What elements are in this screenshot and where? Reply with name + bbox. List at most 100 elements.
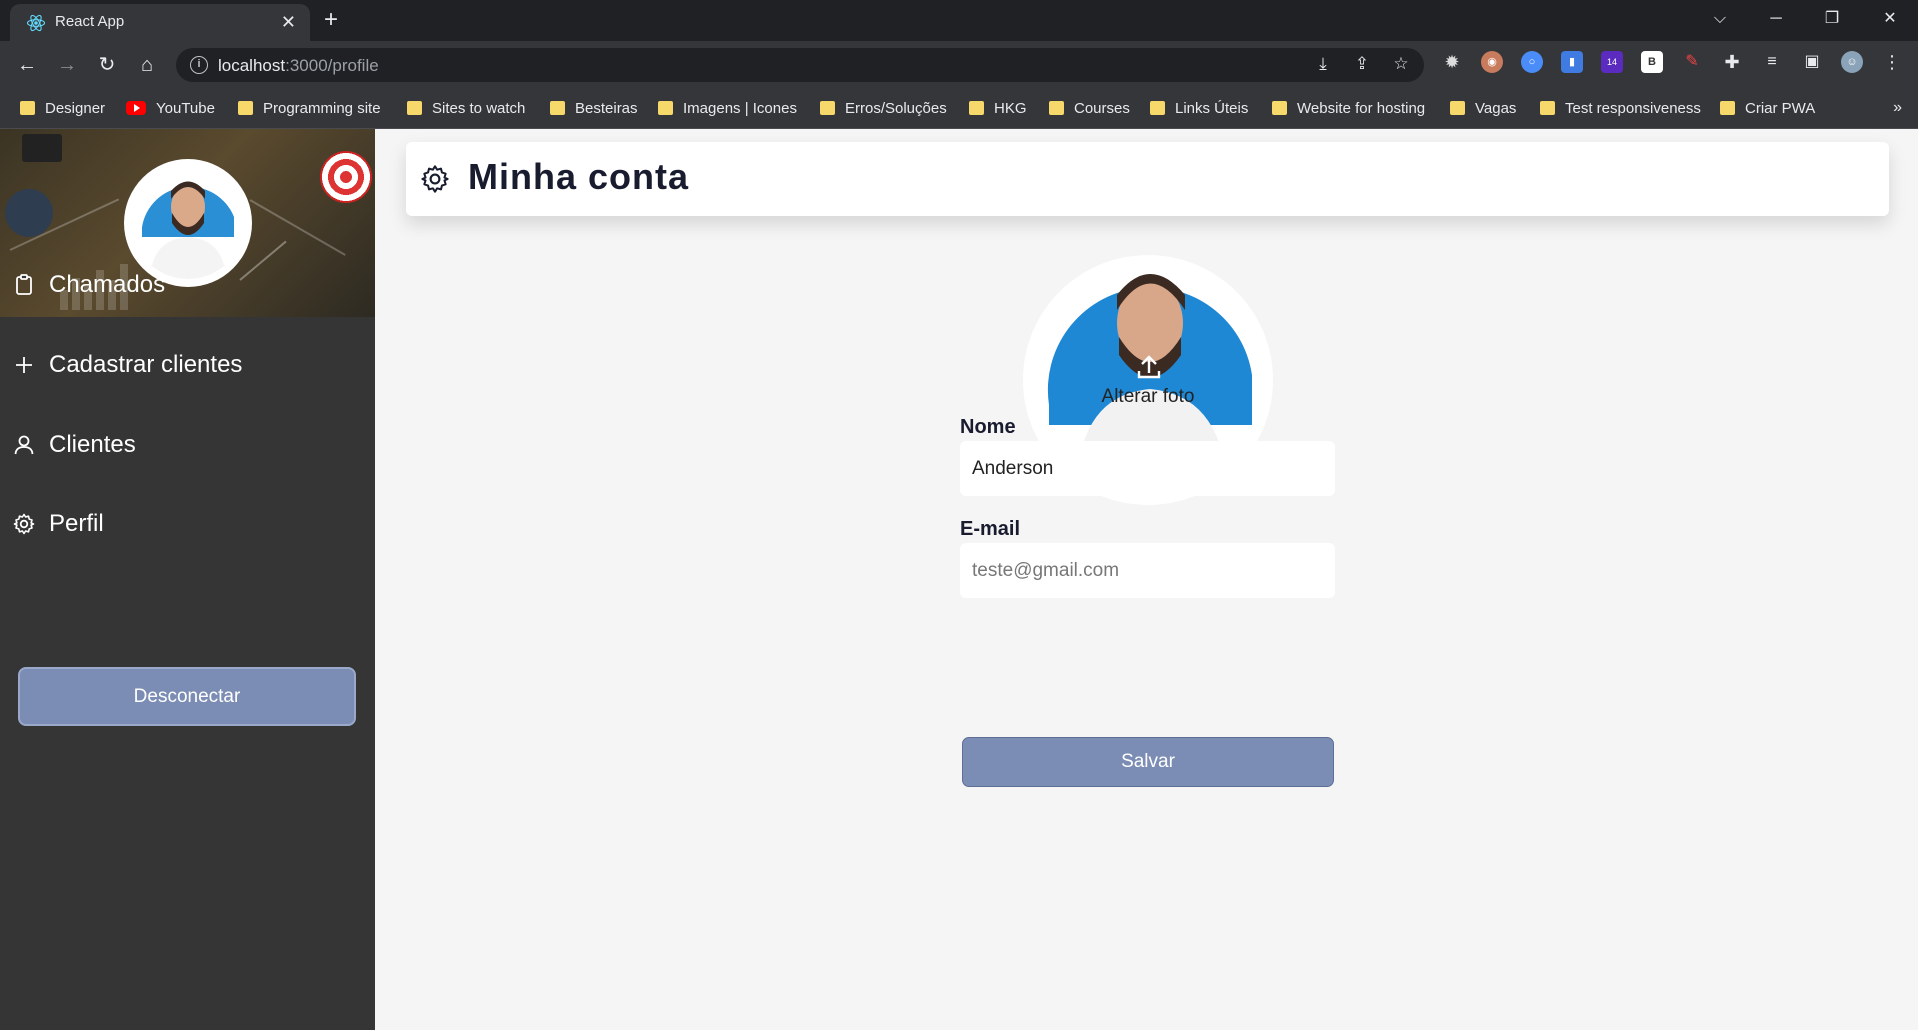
back-icon[interactable]: ← bbox=[13, 51, 41, 79]
folder-icon bbox=[969, 101, 984, 115]
sidebar-item-cadastrar-clientes[interactable]: Cadastrar clientes bbox=[12, 347, 352, 383]
tab-title: React App bbox=[55, 13, 125, 30]
home-icon[interactable]: ⌂ bbox=[133, 51, 161, 79]
more-bookmarks-icon[interactable]: » bbox=[1893, 99, 1902, 117]
bookmark-test-responsiveness[interactable]: Test responsiveness bbox=[1540, 99, 1701, 119]
bookmark-vagas[interactable]: Vagas bbox=[1450, 99, 1516, 119]
bookmark-label: Erros/Soluções bbox=[845, 100, 947, 117]
site-info-icon[interactable]: i bbox=[190, 56, 208, 74]
bookmark-label: YouTube bbox=[156, 100, 215, 117]
bookmark-label: Website for hosting bbox=[1297, 100, 1426, 117]
folder-icon bbox=[1049, 101, 1064, 115]
browser-toolbar: ← → ↻ ⌂ i localhost:3000/profile ⤓ ⇪ ☆ ✹… bbox=[0, 41, 1918, 89]
logout-button[interactable]: Desconectar bbox=[18, 667, 356, 726]
main-content: Minha conta Alterar foto Nome E-mail Sal… bbox=[375, 129, 1918, 1030]
shield-extension-icon[interactable]: 14 bbox=[1601, 51, 1623, 73]
gear-icon bbox=[421, 165, 449, 193]
url-text[interactable]: localhost:3000/profile bbox=[218, 56, 379, 76]
side-panel-icon[interactable]: ▣ bbox=[1801, 51, 1823, 73]
bookmark-hkg[interactable]: HKG bbox=[969, 99, 1027, 119]
bookmark-courses[interactable]: Courses bbox=[1049, 99, 1130, 119]
menu-kebab-icon[interactable]: ⋮ bbox=[1881, 51, 1903, 73]
bookmark-besteiras[interactable]: Besteiras bbox=[550, 99, 638, 119]
sidebar-item-chamados[interactable]: Chamados bbox=[12, 267, 352, 303]
address-bar[interactable]: i localhost:3000/profile ⤓ ⇪ ☆ bbox=[176, 48, 1424, 82]
folder-icon bbox=[820, 101, 835, 115]
name-label: Nome bbox=[960, 416, 1016, 438]
extensions-puzzle-icon[interactable]: ✚ bbox=[1721, 51, 1743, 73]
bookmark-label: Criar PWA bbox=[1745, 100, 1816, 117]
circle-extension-icon[interactable]: ○ bbox=[1521, 51, 1543, 73]
doc-extension-icon[interactable]: ▮ bbox=[1561, 51, 1583, 73]
bookmark-imagens-icones[interactable]: Imagens | Icones bbox=[658, 99, 797, 119]
b-extension-icon[interactable]: B bbox=[1641, 51, 1663, 73]
install-icon[interactable]: ⤓ bbox=[1312, 54, 1334, 74]
folder-icon bbox=[1150, 101, 1165, 115]
bookmark-label: Imagens | Icones bbox=[683, 100, 797, 117]
sidebar: Chamados Cadastrar clientes Clientes Per… bbox=[0, 129, 375, 1030]
bookmark-label: Courses bbox=[1074, 100, 1130, 117]
bookmark-star-icon[interactable]: ☆ bbox=[1390, 54, 1412, 74]
folder-icon bbox=[1450, 101, 1465, 115]
bookmark-programming-site[interactable]: Programming site bbox=[238, 99, 381, 119]
sidebar-item-clientes[interactable]: Clientes bbox=[12, 427, 352, 463]
bookmark-links-uteis[interactable]: Links Úteis bbox=[1150, 99, 1248, 119]
extension-badge: 14 bbox=[1606, 57, 1617, 67]
url-path: :3000/profile bbox=[285, 56, 379, 75]
folder-icon bbox=[1720, 101, 1735, 115]
bookmark-designer[interactable]: Designer bbox=[20, 99, 105, 119]
sidebar-item-label: Cadastrar clientes bbox=[49, 351, 243, 378]
new-tab-icon[interactable]: + bbox=[324, 6, 338, 34]
bookmark-label: HKG bbox=[994, 100, 1027, 117]
bookmark-label: Test responsiveness bbox=[1565, 100, 1701, 117]
react-icon bbox=[26, 14, 46, 32]
person-photo-icon bbox=[132, 167, 244, 279]
browser-tab[interactable]: React App ✕ bbox=[10, 4, 310, 41]
bookmarks-bar: Designer YouTube Programming site Sites … bbox=[0, 89, 1918, 129]
reading-list-icon[interactable]: ≡ bbox=[1761, 51, 1783, 73]
bookmark-criar-pwa[interactable]: Criar PWA bbox=[1720, 99, 1815, 119]
bookmark-label: Sites to watch bbox=[432, 100, 526, 117]
folder-icon bbox=[407, 101, 422, 115]
folder-icon bbox=[658, 101, 673, 115]
email-input[interactable] bbox=[960, 543, 1335, 598]
close-tab-icon[interactable]: ✕ bbox=[281, 11, 296, 33]
gear-icon bbox=[13, 513, 35, 535]
bookmark-label: Links Úteis bbox=[1175, 100, 1249, 117]
banner-chart-line bbox=[249, 199, 346, 256]
name-input[interactable] bbox=[960, 441, 1335, 496]
sidebar-item-perfil[interactable]: Perfil bbox=[12, 506, 352, 542]
folder-icon bbox=[238, 101, 253, 115]
email-label: E-mail bbox=[960, 518, 1021, 540]
forward-icon[interactable]: → bbox=[53, 51, 81, 79]
sidebar-item-label: Chamados bbox=[49, 271, 166, 298]
minimize-icon[interactable]: ─ bbox=[1764, 8, 1788, 30]
change-photo-label: Alterar foto bbox=[1101, 386, 1195, 407]
target-icon bbox=[320, 151, 372, 203]
page-header: Minha conta bbox=[406, 142, 1889, 216]
gear-extension-icon[interactable]: ✹ bbox=[1441, 51, 1463, 73]
person-illustration bbox=[5, 189, 53, 237]
bookmark-erros-solucoes[interactable]: Erros/Soluções bbox=[820, 99, 947, 119]
bookmark-youtube[interactable]: YouTube bbox=[126, 99, 215, 119]
color-picker-extension-icon[interactable]: ✎ bbox=[1681, 51, 1703, 73]
profile-avatar-icon[interactable]: ☺ bbox=[1841, 51, 1863, 73]
folder-icon bbox=[550, 101, 565, 115]
save-button[interactable]: Salvar bbox=[962, 737, 1334, 787]
share-icon[interactable]: ⇪ bbox=[1351, 54, 1373, 74]
owl-extension-icon[interactable]: ◉ bbox=[1481, 51, 1503, 73]
chat-bubble-illustration bbox=[22, 134, 62, 162]
bookmark-label: Besteiras bbox=[575, 100, 638, 117]
close-window-icon[interactable]: ✕ bbox=[1878, 8, 1902, 30]
tab-search-icon[interactable]: ⌵ bbox=[1708, 8, 1732, 30]
bookmark-sites-to-watch[interactable]: Sites to watch bbox=[407, 99, 525, 119]
restore-icon[interactable]: ❐ bbox=[1820, 8, 1844, 30]
bookmark-label: Designer bbox=[45, 100, 106, 117]
reload-icon[interactable]: ↻ bbox=[93, 51, 121, 79]
page-title: Minha conta bbox=[468, 156, 690, 197]
avatar-photo bbox=[132, 167, 244, 279]
folder-icon bbox=[1540, 101, 1555, 115]
bookmark-label: Vagas bbox=[1475, 100, 1517, 117]
bookmark-website-for-hosting[interactable]: Website for hosting bbox=[1272, 99, 1425, 119]
sidebar-item-label: Clientes bbox=[49, 431, 136, 458]
